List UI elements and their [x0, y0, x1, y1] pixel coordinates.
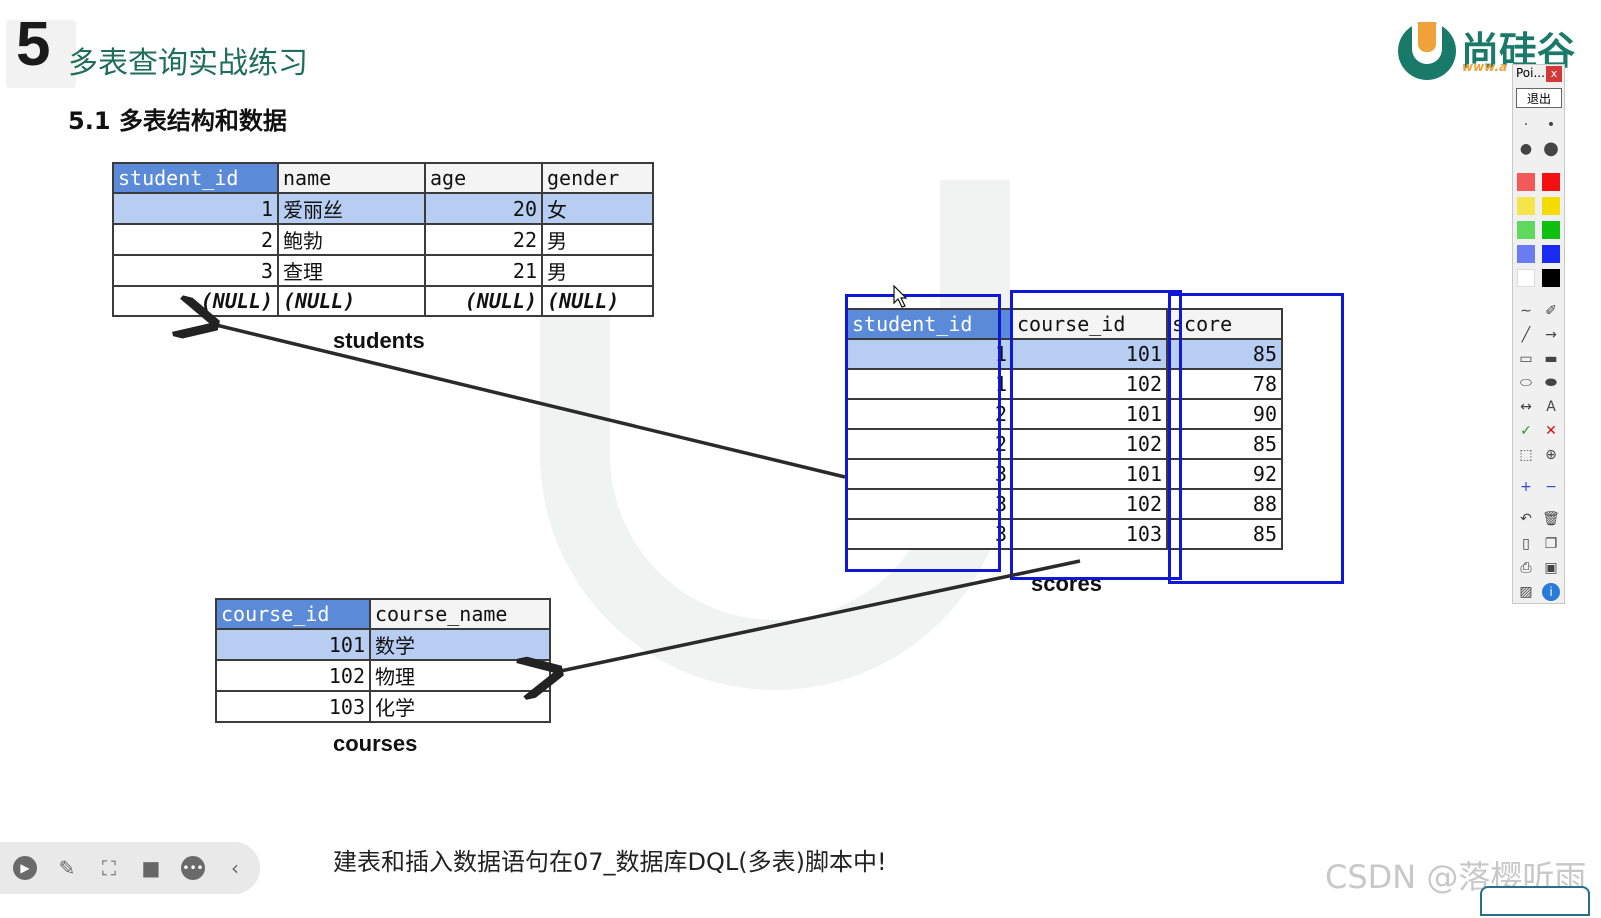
plus-icon[interactable]: + — [1517, 478, 1535, 496]
toolbar-close-button[interactable]: x — [1546, 66, 1562, 82]
undo-icon[interactable]: ↶ — [1517, 510, 1535, 528]
info-icon[interactable]: i — [1542, 583, 1560, 601]
color-swatch[interactable] — [1542, 173, 1560, 191]
xlarge-dot-icon[interactable]: ● — [1542, 140, 1560, 158]
toolbar-exit-button[interactable]: 退出 — [1516, 88, 1562, 108]
arrow-scores-to-students — [212, 324, 846, 479]
picture-icon[interactable]: ▨ — [1517, 583, 1535, 601]
copy-icon[interactable]: ❐ — [1542, 535, 1560, 553]
pen-icon[interactable]: ✎ — [55, 856, 79, 880]
presentation-controls-bar — [0, 842, 260, 894]
filled-rectangle-icon[interactable]: ▬ — [1542, 350, 1560, 368]
color-swatch[interactable] — [1517, 221, 1535, 239]
color-swatch[interactable] — [1542, 269, 1560, 287]
play-icon[interactable]: ▶ — [13, 856, 37, 880]
rectangle-icon[interactable]: ▭ — [1517, 350, 1535, 368]
freehand-icon[interactable]: ∼ — [1517, 302, 1535, 320]
zoom-icon[interactable]: ⊕ — [1542, 446, 1560, 464]
color-swatch[interactable] — [1517, 197, 1535, 215]
delete-icon[interactable]: 🗑 — [1542, 510, 1560, 528]
cross-icon[interactable]: ✕ — [1542, 422, 1560, 440]
taskbar-tab[interactable] — [1480, 886, 1590, 916]
relation-arrows — [0, 284, 1081, 918]
arrow-icon[interactable]: → — [1542, 326, 1560, 344]
footer-note: 建表和插入数据语句在07_数据库DQL(多表)脚本中! — [333, 848, 887, 876]
save-icon[interactable]: ▣ — [1542, 559, 1560, 577]
screenshot-icon[interactable]: ⛶ — [97, 856, 121, 880]
large-dot-icon[interactable]: ● — [1517, 140, 1535, 158]
color-swatch[interactable] — [1517, 245, 1535, 263]
text-icon[interactable]: A — [1542, 398, 1560, 416]
small-dot-icon[interactable]: · — [1517, 116, 1535, 134]
filled-ellipse-icon[interactable]: ⬬ — [1542, 374, 1560, 392]
line-icon[interactable]: ╱ — [1517, 326, 1535, 344]
color-swatch[interactable] — [1542, 221, 1560, 239]
camera-icon[interactable]: ■ — [139, 856, 163, 880]
color-swatch[interactable] — [1517, 173, 1535, 191]
minus-icon[interactable]: − — [1542, 478, 1560, 496]
collapse-icon[interactable]: ‹ — [223, 856, 247, 880]
crop-icon[interactable]: ⬚ — [1517, 446, 1535, 464]
color-swatch[interactable] — [1542, 197, 1560, 215]
more-icon[interactable]: ••• — [181, 856, 205, 880]
color-swatch[interactable] — [1517, 269, 1535, 287]
check-icon[interactable]: ✓ — [1517, 422, 1535, 440]
eraser-icon[interactable]: ✐ — [1542, 302, 1560, 320]
double-arrow-icon[interactable]: ↔ — [1517, 398, 1535, 416]
toolbar-title: Poi... — [1516, 66, 1545, 80]
new-page-icon[interactable]: ▯ — [1517, 535, 1535, 553]
mouse-cursor-icon — [893, 284, 908, 308]
medium-dot-icon[interactable]: • — [1542, 116, 1560, 134]
arrow-scores-to-courses — [556, 559, 1081, 672]
print-icon[interactable]: ⎙ — [1517, 559, 1535, 577]
color-swatch[interactable] — [1542, 245, 1560, 263]
ellipse-icon[interactable]: ⬭ — [1517, 374, 1535, 392]
